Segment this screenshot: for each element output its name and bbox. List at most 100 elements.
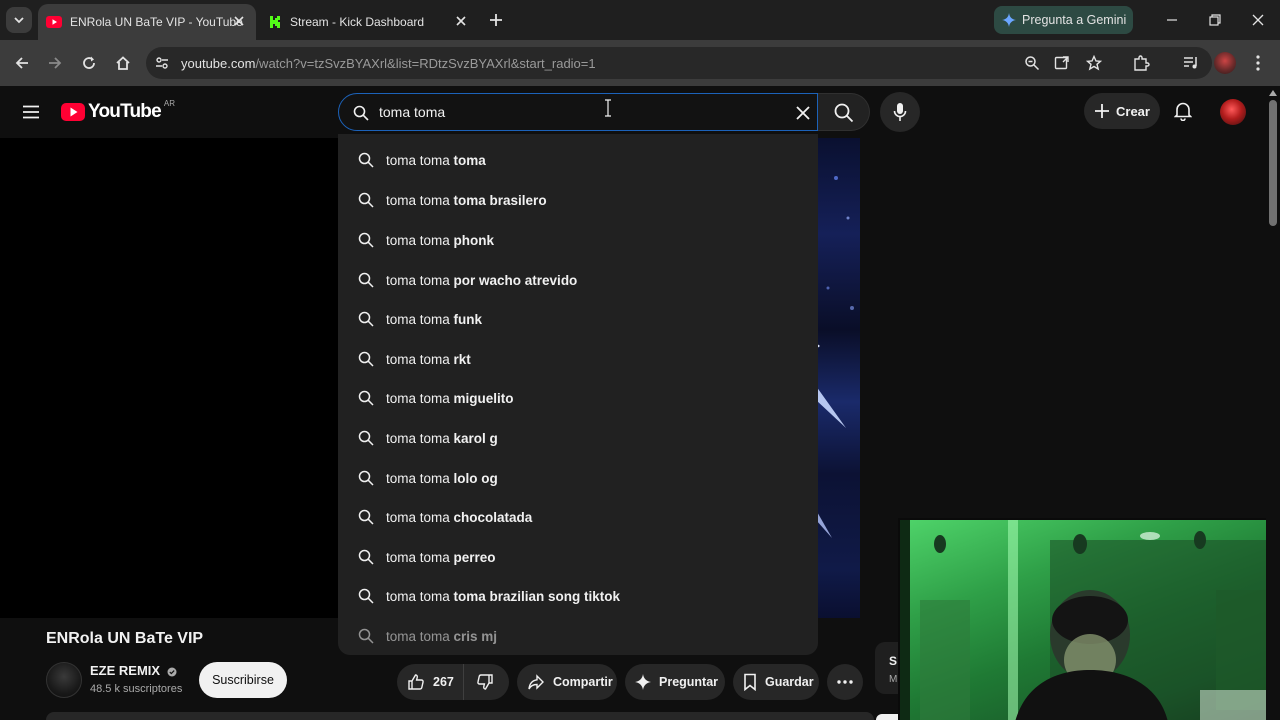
tab-title: ENRola UN BaTe VIP - YouTube bbox=[70, 15, 243, 29]
voice-search-button[interactable] bbox=[880, 92, 920, 132]
close-window-button[interactable] bbox=[1246, 8, 1270, 32]
suggestion-text: toma toma toma brazilian song tiktok bbox=[386, 588, 621, 604]
search-icon bbox=[358, 311, 374, 327]
minimize-button[interactable] bbox=[1160, 8, 1184, 32]
restore-button[interactable] bbox=[1203, 8, 1227, 32]
url-text: youtube.com/watch?v=tzSvzBYAXrl&list=RDt… bbox=[181, 56, 596, 71]
zoom-icon[interactable] bbox=[1024, 55, 1040, 71]
search-icon bbox=[358, 192, 374, 208]
channel-avatar[interactable] bbox=[46, 662, 82, 698]
suggestion-item[interactable]: toma toma karol g bbox=[338, 418, 818, 458]
suggestion-text: toma toma cris mj bbox=[386, 628, 498, 644]
search-icon bbox=[358, 351, 374, 367]
restore-icon bbox=[1209, 14, 1221, 26]
close-tab-icon[interactable] bbox=[454, 14, 468, 28]
share-button[interactable]: Compartir bbox=[517, 664, 617, 700]
suggestion-item[interactable]: toma toma cris mj bbox=[338, 616, 818, 656]
suggestion-text: toma toma karol g bbox=[386, 430, 498, 446]
more-actions-button[interactable] bbox=[827, 664, 863, 700]
search-input[interactable]: toma toma bbox=[379, 104, 445, 120]
share-label: Compartir bbox=[553, 675, 613, 689]
forward-button[interactable] bbox=[43, 51, 67, 75]
suggestion-item[interactable]: toma toma toma brazilian song tiktok bbox=[338, 576, 818, 616]
search-icon bbox=[358, 430, 374, 446]
sidebar-card-edge bbox=[876, 714, 900, 720]
site-info-icon[interactable] bbox=[154, 55, 170, 71]
more-horizontal-icon bbox=[837, 680, 853, 684]
suggestion-item[interactable]: toma toma toma brasilero bbox=[338, 180, 818, 220]
search-icon bbox=[358, 152, 374, 168]
guide-menu-button[interactable] bbox=[19, 100, 43, 124]
arrow-left-icon bbox=[15, 57, 28, 69]
gemini-label: Pregunta a Gemini bbox=[1022, 13, 1127, 27]
avatar bbox=[1214, 52, 1236, 74]
tab-youtube[interactable]: ENRola UN BaTe VIP - YouTube bbox=[38, 4, 256, 40]
new-tab-button[interactable] bbox=[486, 10, 506, 30]
cast-icon[interactable] bbox=[1054, 55, 1070, 71]
close-tab-icon[interactable] bbox=[232, 14, 246, 28]
bell-icon bbox=[1174, 102, 1192, 121]
video-frame-visible bbox=[816, 138, 860, 618]
suggestion-text: toma toma funk bbox=[386, 311, 483, 327]
url-host: youtube.com bbox=[181, 55, 256, 71]
reload-icon bbox=[83, 56, 95, 69]
create-button[interactable]: Crear bbox=[1084, 93, 1160, 129]
suggestion-item[interactable]: toma toma por wacho atrevido bbox=[338, 260, 818, 300]
search-button[interactable] bbox=[818, 93, 870, 131]
suggestion-item[interactable]: toma toma chocolatada bbox=[338, 497, 818, 537]
gemini-button[interactable]: Pregunta a Gemini bbox=[994, 6, 1133, 34]
playlist-music-icon bbox=[1184, 57, 1197, 69]
suggestion-text: toma toma toma brasilero bbox=[386, 192, 547, 208]
bookmark-star-icon[interactable] bbox=[1086, 55, 1102, 71]
suggestion-item[interactable]: toma toma perreo bbox=[338, 537, 818, 577]
youtube-logo[interactable]: YouTube AR bbox=[61, 99, 175, 123]
search-box[interactable]: toma toma bbox=[338, 93, 818, 131]
tab-kick[interactable]: Stream - Kick Dashboard bbox=[260, 4, 478, 40]
plus-icon bbox=[1095, 104, 1109, 118]
bookmark-icon bbox=[744, 673, 756, 691]
account-avatar[interactable] bbox=[1220, 99, 1246, 125]
browser-menu-button[interactable] bbox=[1246, 51, 1270, 75]
chevron-down-icon bbox=[14, 17, 24, 24]
suggestion-item[interactable]: toma toma lolo og bbox=[338, 458, 818, 498]
tab-list-button[interactable] bbox=[6, 7, 32, 33]
home-icon bbox=[116, 56, 130, 70]
scroll-up-arrow-icon[interactable] bbox=[1269, 90, 1277, 96]
ask-button[interactable]: Preguntar bbox=[625, 664, 725, 700]
subscribe-button[interactable]: Suscribirse bbox=[199, 662, 287, 698]
microphone-icon bbox=[893, 103, 907, 121]
channel-name[interactable]: EZE REMIX bbox=[90, 663, 177, 678]
thumbs-up-icon bbox=[408, 674, 424, 690]
suggestion-item[interactable]: toma toma toma bbox=[338, 140, 818, 180]
extensions-button[interactable] bbox=[1129, 51, 1153, 75]
like-button[interactable]: 267 bbox=[397, 664, 463, 700]
dislike-button[interactable] bbox=[463, 664, 509, 700]
address-bar[interactable]: youtube.com/watch?v=tzSvzBYAXrl&list=RDt… bbox=[146, 47, 1212, 79]
scroll-thumb[interactable] bbox=[1269, 100, 1277, 226]
close-icon bbox=[1252, 14, 1264, 26]
suggestion-item[interactable]: toma toma funk bbox=[338, 299, 818, 339]
back-button[interactable] bbox=[10, 51, 34, 75]
webcam-scene-icon bbox=[900, 520, 1280, 720]
puzzle-icon bbox=[1134, 55, 1150, 71]
profile-avatar-button[interactable] bbox=[1213, 51, 1237, 75]
sparkle-icon bbox=[635, 674, 651, 690]
share-arrow-icon bbox=[528, 674, 544, 690]
side-peek-subtitle: M bbox=[889, 674, 898, 685]
kebab-menu-icon bbox=[1256, 55, 1260, 71]
youtube-favicon-icon bbox=[46, 16, 62, 28]
kick-favicon-icon bbox=[268, 15, 282, 29]
reload-button[interactable] bbox=[77, 51, 101, 75]
text-cursor-icon bbox=[605, 99, 611, 117]
clear-search-icon[interactable] bbox=[795, 105, 811, 121]
save-button[interactable]: Guardar bbox=[733, 664, 819, 700]
suggestion-item[interactable]: toma toma phonk bbox=[338, 220, 818, 260]
save-label: Guardar bbox=[765, 675, 814, 689]
media-control-button[interactable] bbox=[1179, 51, 1203, 75]
suggestion-text: toma toma perreo bbox=[386, 549, 496, 565]
suggestion-item[interactable]: toma toma rkt bbox=[338, 339, 818, 379]
suggestion-item[interactable]: toma toma miguelito bbox=[338, 378, 818, 418]
search-icon bbox=[358, 509, 374, 525]
notifications-button[interactable] bbox=[1171, 99, 1195, 123]
home-button[interactable] bbox=[111, 51, 135, 75]
